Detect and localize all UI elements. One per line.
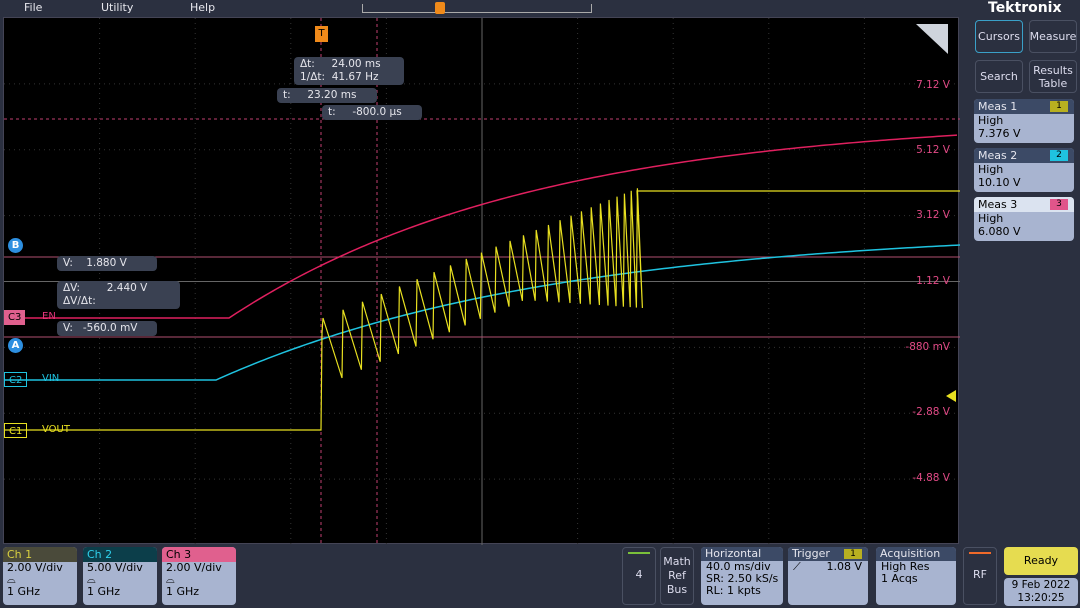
search-button[interactable]: Search — [975, 60, 1023, 93]
ch3-label: EN — [42, 311, 56, 322]
ch1-badge[interactable]: Ch 1 2.00 V/div ⌓ 1 GHz — [3, 547, 77, 605]
date: 9 Feb 2022 — [1011, 579, 1071, 591]
volt-label: -880 mV — [905, 341, 950, 353]
cursor-b-time-readout: t: -800.0 µs — [322, 105, 422, 120]
record-length: RL: 1 kpts — [706, 584, 761, 597]
menu-utility[interactable]: Utility — [101, 1, 133, 14]
meas-channel: 3 — [1050, 199, 1068, 210]
trigger-time-marker[interactable]: T — [315, 26, 328, 42]
add-channel-4-button[interactable]: 4 — [622, 547, 656, 605]
ch4-label: 4 — [635, 568, 643, 581]
meas-title: Meas 1 — [978, 100, 1018, 113]
time: 13:20:25 — [1017, 592, 1065, 604]
ch-bandwidth: 1 GHz — [87, 585, 121, 598]
meas-title: Meas 3 — [978, 198, 1018, 211]
meas-channel: 2 — [1050, 150, 1068, 161]
rf-color-bar — [969, 552, 991, 554]
results-table-button[interactable]: Results Table — [1029, 60, 1077, 93]
volt-label: -2.88 V — [912, 406, 950, 418]
cursors-button[interactable]: Cursors — [975, 20, 1023, 53]
meas-value: 6.080 V — [978, 225, 1021, 238]
acquisition-badge[interactable]: Acquisition High Res 1 Acqs — [876, 547, 956, 605]
right-sidebar: Tektronix Cursors Measure Search Results… — [968, 0, 1080, 608]
menu-help[interactable]: Help — [190, 1, 215, 14]
waveform-display[interactable]: T Δt: 24.00 ms 1/Δt: 41.67 Hz t: 23.20 m… — [3, 17, 960, 545]
meas-type: High — [978, 114, 1004, 127]
trigger-position-handle[interactable] — [435, 2, 445, 14]
ch1-offset-marker[interactable]: C1 — [4, 423, 28, 438]
meas-3-badge[interactable]: Meas 3 3 High 6.080 V — [974, 197, 1074, 241]
meas-value: 10.10 V — [978, 176, 1021, 189]
bus-label: Bus — [666, 583, 688, 596]
volt-label: 7.12 V — [916, 79, 950, 91]
rf-label: RF — [973, 568, 987, 581]
date-time-display: 9 Feb 2022 13:20:25 — [1004, 578, 1078, 606]
ch-title: Ch 1 — [3, 547, 77, 562]
trigger-level-marker[interactable] — [946, 390, 956, 402]
menu-bar: File Utility Help — [0, 0, 968, 17]
meas-value: 7.376 V — [978, 127, 1021, 140]
ch3-badge[interactable]: Ch 3 2.00 V/div ⌓ 1 GHz — [162, 547, 236, 605]
waveform-overview-scrollbar[interactable] — [362, 4, 592, 13]
meas-title: Meas 2 — [978, 149, 1018, 162]
acquisition-count: 1 Acqs — [881, 572, 918, 585]
ch-bandwidth: 1 GHz — [7, 585, 41, 598]
ch4-color-bar — [628, 552, 650, 554]
cursor-b-voltage-readout: V: 1.880 V — [57, 256, 157, 271]
acquisition-title: Acquisition — [876, 547, 956, 561]
ch1-label: VOUT — [42, 424, 70, 435]
horizontal-badge[interactable]: Horizontal 40.0 ms/div SR: 2.50 kS/s RL:… — [701, 547, 783, 605]
meas-type: High — [978, 163, 1004, 176]
ref-label: Ref — [668, 569, 686, 582]
rf-button[interactable]: RF — [963, 547, 997, 605]
cursor-a-voltage-readout: V: -560.0 mV — [57, 321, 157, 336]
delta-t-readout: Δt: 24.00 ms 1/Δt: 41.67 Hz — [294, 57, 404, 85]
ch-title: Ch 2 — [83, 547, 157, 562]
settings-bar: Ch 1 2.00 V/div ⌓ 1 GHz Ch 2 5.00 V/div … — [0, 544, 997, 608]
menu-file[interactable]: File — [24, 1, 42, 14]
horizontal-title: Horizontal — [701, 547, 783, 561]
rising-edge-icon: ⟋ — [793, 560, 801, 573]
ch2-label: VIN — [42, 373, 60, 384]
delta-v-readout: ΔV: 2.440 V ΔV/Δt: — [57, 281, 180, 309]
trigger-title: Trigger — [792, 547, 830, 560]
cursor-b-handle[interactable]: B — [8, 238, 23, 253]
volt-label: -4.88 V — [912, 472, 950, 484]
ch-title: Ch 3 — [162, 547, 236, 562]
trigger-source: 1 — [844, 549, 862, 559]
ch3-offset-marker[interactable]: C3 — [4, 310, 26, 325]
tektronix-logo: Tektronix — [988, 0, 1062, 16]
run-status-button[interactable]: Ready — [1004, 547, 1078, 575]
volt-label: 3.12 V — [916, 209, 950, 221]
trigger-badge[interactable]: Trigger 1 ⟋ 1.08 V — [788, 547, 868, 605]
meas-channel: 1 — [1050, 101, 1068, 112]
volt-label: 1.12 V — [916, 275, 950, 287]
meas-1-badge[interactable]: Meas 1 1 High 7.376 V — [974, 99, 1074, 143]
math-label: Math — [663, 555, 691, 568]
math-ref-bus-button[interactable]: Math Ref Bus — [660, 547, 694, 605]
cursor-a-time-readout: t: 23.20 ms — [277, 88, 377, 103]
ch-bandwidth: 1 GHz — [166, 585, 200, 598]
meas-2-badge[interactable]: Meas 2 2 High 10.10 V — [974, 148, 1074, 192]
volt-label: 5.12 V — [916, 144, 950, 156]
meas-type: High — [978, 212, 1004, 225]
cursor-a-handle[interactable]: A — [8, 338, 23, 353]
measure-button[interactable]: Measure — [1029, 20, 1077, 53]
ch2-badge[interactable]: Ch 2 5.00 V/div ⌓ 1 GHz — [83, 547, 157, 605]
ch2-offset-marker[interactable]: C2 — [4, 372, 28, 387]
trigger-level: 1.08 V — [826, 560, 862, 573]
